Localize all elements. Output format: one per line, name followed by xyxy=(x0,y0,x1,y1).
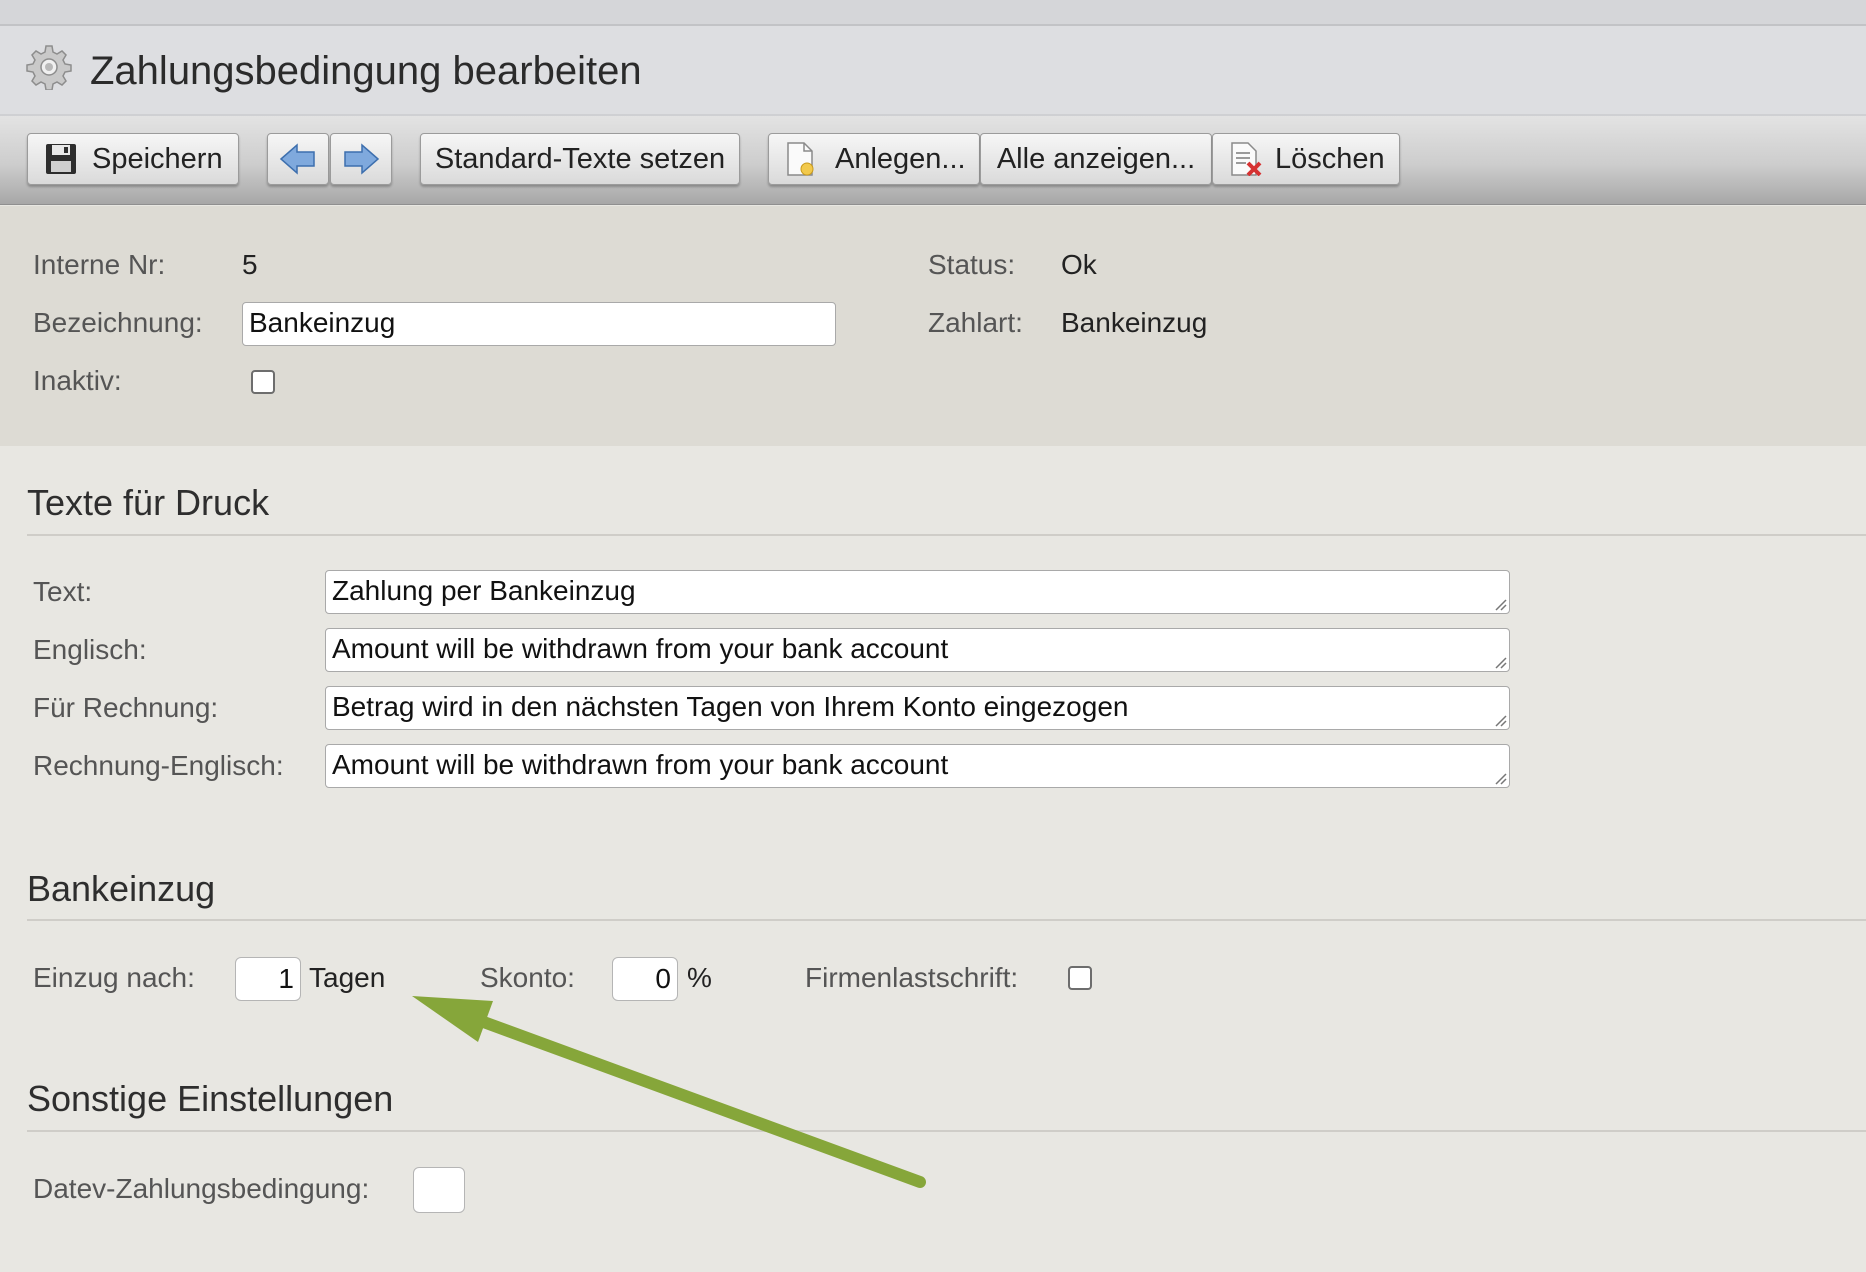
text-textarea-value: Zahlung per Bankeinzug xyxy=(332,575,636,606)
show-all-button[interactable]: Alle anzeigen... xyxy=(980,133,1212,185)
business-debit-label: Firmenlastschrift: xyxy=(805,962,1019,993)
save-button[interactable]: Speichern xyxy=(27,133,239,185)
invoice-english-label: Rechnung-Englisch: xyxy=(33,750,284,781)
resize-grip-icon[interactable] xyxy=(1491,595,1507,611)
window-top-strip xyxy=(0,0,1866,26)
collect-after-days-input[interactable]: 1 xyxy=(235,957,301,1001)
status-label: Status: xyxy=(928,249,1016,280)
arrow-right-icon xyxy=(344,143,380,175)
english-textarea[interactable]: Amount will be withdrawn from your bank … xyxy=(325,628,1510,672)
invoice-text-textarea[interactable]: Betrag wird in den nächsten Tagen von Ih… xyxy=(325,686,1510,730)
toolbar: Speichern Standard-Texte setzen Anlegen.… xyxy=(0,116,1866,205)
delete-button[interactable]: Löschen xyxy=(1212,133,1400,185)
status-value: Ok xyxy=(1061,249,1097,280)
other-settings-heading: Sonstige Einstellungen xyxy=(27,1078,394,1119)
inactive-checkbox[interactable] xyxy=(251,370,275,394)
discount-unit: % xyxy=(687,962,712,993)
invoice-text-label: Für Rechnung: xyxy=(33,692,219,723)
payment-type-label: Zahlart: xyxy=(928,307,1023,338)
text-label: Text: xyxy=(33,576,93,607)
invoice-english-textarea[interactable]: Amount will be withdrawn from your bank … xyxy=(325,744,1510,788)
save-button-label: Speichern xyxy=(92,142,223,175)
set-default-texts-label: Standard-Texte setzen xyxy=(434,142,726,175)
set-default-texts-button[interactable]: Standard-Texte setzen xyxy=(420,133,740,185)
print-texts-heading: Texte für Druck xyxy=(27,482,270,523)
resize-grip-icon[interactable] xyxy=(1491,769,1507,785)
discount-input[interactable]: 0 xyxy=(612,957,678,1001)
english-label: Englisch: xyxy=(33,634,147,665)
other-settings-divider xyxy=(27,1130,1866,1132)
delete-button-label: Löschen xyxy=(1275,142,1385,175)
arrow-left-icon xyxy=(279,143,315,175)
create-button[interactable]: Anlegen... xyxy=(768,133,980,185)
internal-no-label: Interne Nr: xyxy=(33,249,166,280)
direct-debit-heading: Bankeinzug xyxy=(27,868,216,909)
collect-after-label: Einzug nach: xyxy=(33,962,195,993)
delete-document-icon xyxy=(1231,142,1262,176)
discount-label: Skonto: xyxy=(480,962,575,993)
inactive-label: Inaktiv: xyxy=(33,365,122,396)
next-record-button[interactable] xyxy=(330,133,392,185)
payment-type-value: Bankeinzug xyxy=(1061,307,1208,338)
resize-grip-icon[interactable] xyxy=(1491,653,1507,669)
create-button-label: Anlegen... xyxy=(835,142,966,175)
internal-no-value: 5 xyxy=(242,249,258,280)
show-all-button-label: Alle anzeigen... xyxy=(996,142,1196,175)
datev-payment-term-input[interactable] xyxy=(413,1167,465,1213)
invoice-text-textarea-value: Betrag wird in den nächsten Tagen von Ih… xyxy=(332,691,1129,722)
name-label: Bezeichnung: xyxy=(33,307,203,338)
print-texts-divider xyxy=(27,534,1866,536)
new-document-icon xyxy=(787,142,814,176)
text-textarea[interactable]: Zahlung per Bankeinzug xyxy=(325,570,1510,614)
name-input[interactable]: Bankeinzug xyxy=(242,302,836,346)
previous-record-button[interactable] xyxy=(267,133,329,185)
datev-label: Datev-Zahlungsbedingung: xyxy=(33,1173,370,1204)
direct-debit-divider xyxy=(27,919,1866,921)
gear-icon xyxy=(26,45,72,90)
page-title: Zahlungsbedingung bearbeiten xyxy=(90,49,642,93)
english-textarea-value: Amount will be withdrawn from your bank … xyxy=(332,633,949,664)
resize-grip-icon[interactable] xyxy=(1491,711,1507,727)
invoice-english-textarea-value: Amount will be withdrawn from your bank … xyxy=(332,749,949,780)
collect-after-unit: Tagen xyxy=(309,962,386,993)
business-debit-checkbox[interactable] xyxy=(1068,966,1092,990)
floppy-disk-icon xyxy=(46,144,76,174)
